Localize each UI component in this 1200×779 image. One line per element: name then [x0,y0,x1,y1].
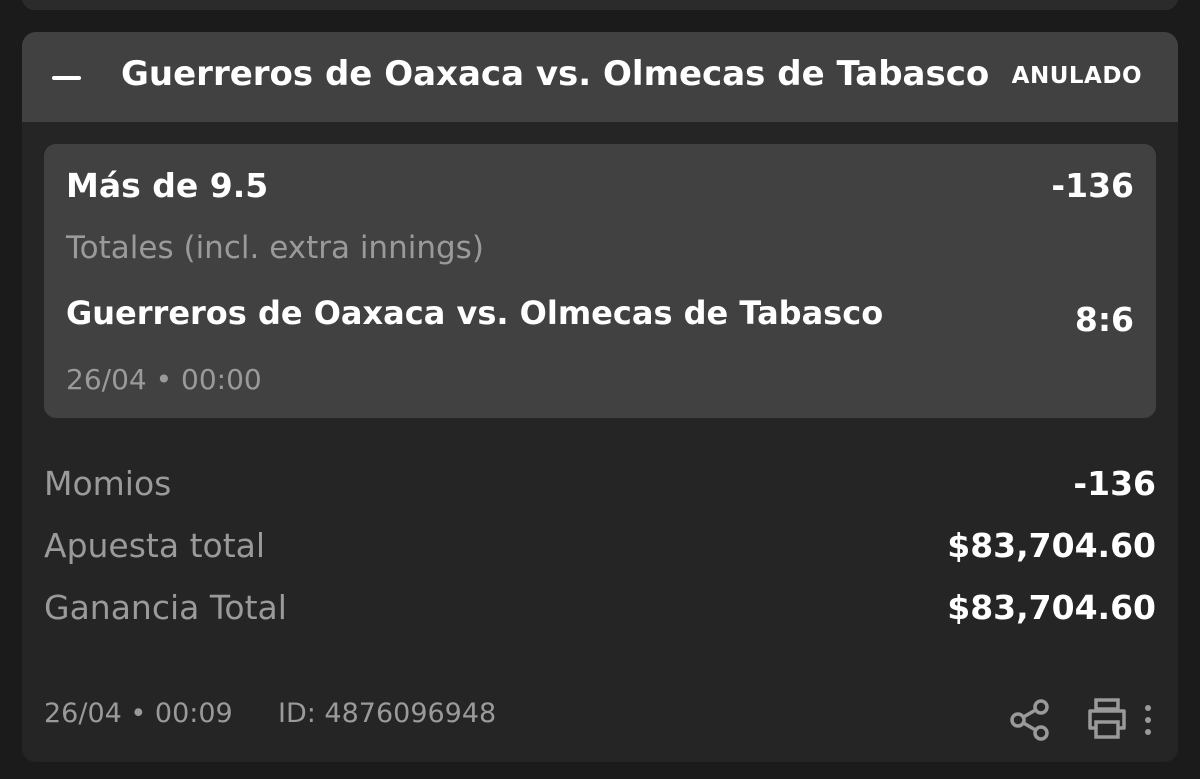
bet-selection: Más de 9.5 -136 Totales (incl. extra inn… [44,144,1156,418]
winnings-value: $83,704.60 [947,588,1156,627]
summary-stake-row: Apuesta total $83,704.60 [44,526,1156,572]
selection-match: Guerreros de Oaxaca vs. Olmecas de Tabas… [66,294,884,332]
bet-title: Guerreros de Oaxaca vs. Olmecas de Tabas… [121,54,990,94]
previous-bet-card [22,0,1178,10]
bet-card: Guerreros de Oaxaca vs. Olmecas de Tabas… [22,32,1178,762]
print-icon[interactable] [1084,696,1130,742]
collapse-icon[interactable] [52,62,82,92]
bet-id: ID: 4876096948 [278,698,497,729]
bet-placed-datetime: 26/04 • 00:09 [44,698,233,729]
selection-datetime: 26/04 • 00:00 [66,363,262,396]
selection-name: Más de 9.5 [66,166,269,205]
selection-market: Totales (incl. extra innings) [66,230,484,266]
stake-label: Apuesta total [44,526,266,565]
summary-odds-row: Momios -136 [44,464,1156,510]
bet-card-header[interactable]: Guerreros de Oaxaca vs. Olmecas de Tabas… [22,32,1178,122]
more-vertical-icon[interactable] [1138,700,1158,740]
winnings-label: Ganancia Total [44,588,287,627]
selection-odds: -136 [1051,166,1134,205]
stake-value: $83,704.60 [947,526,1156,565]
odds-value: -136 [1073,464,1156,503]
status-badge: ANULADO [1011,63,1142,89]
share-icon[interactable] [1008,698,1052,742]
selection-score: 8:6 [1074,300,1134,339]
odds-label: Momios [44,464,172,503]
summary-winnings-row: Ganancia Total $83,704.60 [44,588,1156,634]
